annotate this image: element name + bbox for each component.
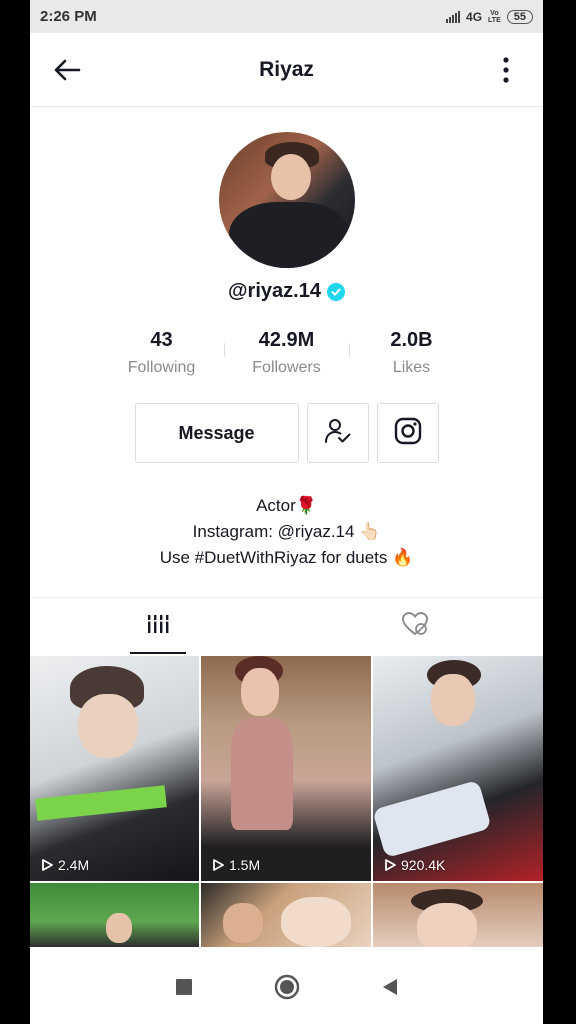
video-thumbnail[interactable]: 920.4K: [373, 656, 543, 881]
active-tab-indicator: [130, 652, 186, 654]
video-thumbnail[interactable]: [30, 883, 199, 947]
status-icons: 4G Vo LTE 55: [446, 9, 533, 24]
phone-screen: 2:26 PM 4G Vo LTE 55 Riyaz @riyaz.14 43 F: [30, 0, 543, 1024]
volte-indicator: Vo LTE: [488, 9, 501, 24]
status-bar: 2:26 PM 4G Vo LTE 55: [30, 0, 543, 33]
profile-actions: Message: [30, 403, 543, 463]
bio-line: Instagram: @riyaz.14 👆🏻: [192, 522, 381, 541]
video-grid: 2.4M 1.5M 920.4K: [30, 656, 543, 947]
home-icon[interactable]: [273, 973, 301, 1006]
tab-videos[interactable]: [30, 598, 287, 654]
signal-icon: [446, 10, 461, 23]
view-count: 1.5M: [211, 857, 260, 873]
play-icon: [213, 859, 224, 871]
more-options-icon[interactable]: [491, 55, 521, 85]
bio-line: Use #DuetWithRiyaz for duets 🔥: [159, 548, 414, 567]
stat-value: 2.0B: [390, 329, 433, 351]
video-thumbnail[interactable]: 2.4M: [30, 656, 199, 881]
username-row: @riyaz.14: [30, 280, 543, 303]
play-icon: [385, 859, 396, 871]
stat-likes: 2.0B Likes: [349, 329, 474, 377]
back-nav-icon[interactable]: [381, 978, 399, 1001]
bio-line: Actor🌹: [256, 496, 317, 515]
verified-badge-icon: [326, 282, 345, 301]
battery-icon: 55: [506, 9, 533, 24]
instagram-button[interactable]: [376, 403, 439, 463]
recents-icon[interactable]: [175, 978, 193, 1001]
video-thumbnail[interactable]: [201, 883, 371, 947]
grid-videos-icon: [146, 612, 171, 641]
stat-value: 43: [150, 329, 173, 351]
message-button[interactable]: Message: [134, 403, 299, 463]
stat-followers[interactable]: 42.9M Followers: [224, 329, 349, 377]
page-title: Riyaz: [259, 57, 314, 81]
video-thumbnail[interactable]: [373, 883, 543, 947]
system-nav-bar: [30, 954, 543, 1024]
following-status-button[interactable]: [306, 403, 369, 463]
avatar[interactable]: [218, 132, 355, 268]
back-arrow-icon[interactable]: [52, 55, 82, 85]
view-count: 920.4K: [383, 857, 445, 873]
username: @riyaz.14: [228, 280, 321, 302]
profile-stats: 43 Following 42.9M Followers 2.0B Likes: [30, 329, 543, 377]
play-icon: [42, 859, 53, 871]
stat-following[interactable]: 43 Following: [99, 329, 224, 377]
content-tabs: [30, 597, 543, 654]
profile-bio: Actor🌹 Instagram: @riyaz.14 👆🏻 Use #Duet…: [30, 493, 543, 571]
stat-label: Followers: [252, 359, 321, 376]
profile-header: Riyaz: [30, 33, 543, 107]
status-time: 2:26 PM: [40, 8, 97, 25]
user-check-icon: [323, 416, 353, 451]
network-type: 4G: [466, 9, 483, 24]
liked-hidden-icon: [400, 611, 430, 642]
tab-liked[interactable]: [287, 598, 544, 654]
stat-label: Likes: [392, 359, 431, 376]
stat-value: 42.9M: [258, 329, 315, 351]
video-thumbnail[interactable]: 1.5M: [201, 656, 371, 881]
stat-label: Following: [127, 359, 196, 376]
view-count: 2.4M: [40, 857, 89, 873]
instagram-icon: [393, 416, 423, 451]
